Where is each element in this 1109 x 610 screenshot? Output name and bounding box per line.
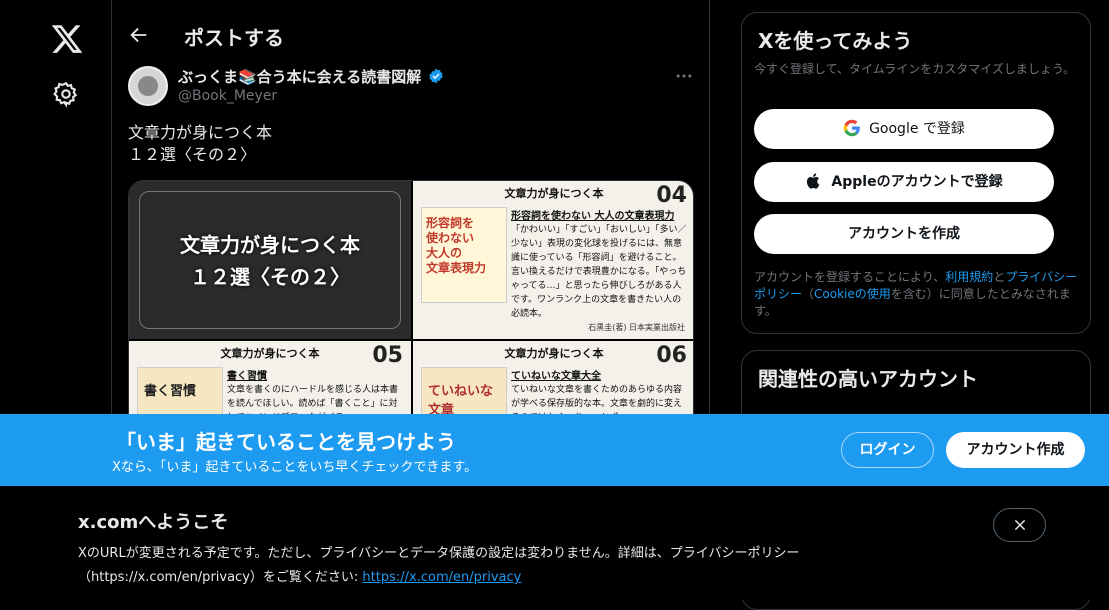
google-signup-button[interactable]: Google で登録 [754, 109, 1054, 149]
book-cover-label: ていねいな 文章 [428, 384, 494, 418]
terms-link[interactable]: 利用規約 [945, 270, 993, 284]
legal-paren: （ [802, 287, 815, 301]
page-title: ポストする [184, 26, 284, 50]
x-logo-icon[interactable] [50, 22, 84, 56]
media-card-04[interactable]: 文章力が身につく本 04 形容詞を 使わない 大人の 文章表現力 形容詞を使わな… [413, 181, 693, 339]
gear-icon[interactable] [52, 80, 80, 108]
card-number: 06 [656, 343, 687, 368]
legal-and: と [993, 270, 1006, 284]
apple-signup-label[interactable]: Appleのアカウントで登録 [831, 174, 1002, 190]
avatar[interactable] [128, 66, 168, 106]
welcome-notice: x.comへようこそ XのURLが変更される予定です。ただし、プライバシーとデー… [0, 486, 1109, 600]
book-cover-image: 形容詞を 使わない 大人の 文章表現力 [421, 207, 507, 303]
card-publisher: 石黒圭(著) 日本実業出版社 [588, 323, 685, 332]
google-icon [843, 113, 861, 137]
welcome-title: x.comへようこそ [78, 512, 229, 533]
signup-legal: アカウントを登録することにより、利用規約とプライバシーポリシー（Cookieの使… [754, 269, 1080, 320]
card-number: 04 [656, 183, 687, 208]
signup-button[interactable]: アカウント作成 [946, 432, 1085, 468]
post-text: 文章力が身につく本 １２選〈その２〉 [128, 123, 273, 164]
card-subtitle: ていねいな文章大全 [511, 371, 601, 382]
back-arrow-icon[interactable] [128, 24, 150, 46]
privacy-url-link[interactable]: https://x.com/en/privacy [362, 570, 521, 585]
legal-prefix: アカウントを登録することにより、 [754, 270, 946, 284]
book-cover-label: 書く習慣 [144, 384, 197, 399]
cover-title: 文章力が身につく本 １２選〈その２〉 [180, 233, 360, 289]
google-signup-label[interactable]: Google で登録 [869, 121, 965, 137]
author-name[interactable]: ぶっくま📚合う本に会える読書図解 [178, 66, 444, 87]
card-header: 文章力が身につく本 [504, 347, 604, 360]
signup-title: Xを使ってみよう [758, 29, 913, 53]
post-author: ぶっくま📚合う本に会える読書図解 @Book_Meyer [128, 64, 694, 108]
signup-subtitle: 今すぐ登録して、タイムラインをカスタマイズしましょう。 [754, 62, 1076, 76]
close-button[interactable] [993, 508, 1046, 542]
create-account-button[interactable]: アカウントを作成 [754, 214, 1054, 254]
card-body: 「かわいい」「すごい」「おいしい」「多い／少ない」表現の変化球を投げるには、無意… [511, 225, 687, 319]
banner-subtitle: Xなら、「いま」起きていることをいち早くチェックできます。 [112, 460, 478, 475]
login-button[interactable]: ログイン [841, 432, 934, 468]
card-header: 文章力が身につく本 [220, 347, 320, 360]
login-banner: 「いま」起きていることを見つけよう Xなら、「いま」起きていることをいち早くチェ… [0, 414, 1109, 486]
card-number: 05 [372, 343, 403, 368]
related-title: 関連性の高いアカウント [758, 367, 978, 391]
author-handle[interactable]: @Book_Meyer [178, 88, 277, 104]
card-subtitle: 書く習慣 [227, 371, 267, 382]
book-cover-label: 形容詞を 使わない 大人の 文章表現力 [426, 216, 487, 275]
author-name-text[interactable]: ぶっくま📚合う本に会える読書図解 [178, 68, 421, 86]
apple-signup-button[interactable]: Appleのアカウントで登録 [754, 162, 1054, 202]
card-subtitle: 形容詞を使わない 大人の文章表現力 [511, 211, 675, 222]
card-header: 文章力が身につく本 [504, 187, 604, 200]
banner-title: 「いま」起きていることを見つけよう [116, 430, 456, 454]
close-icon [1014, 519, 1026, 531]
post-header: ポストする [112, 16, 709, 56]
apple-icon [805, 166, 823, 189]
welcome-body: XのURLが変更される予定です。ただし、プライバシーとデータ保護の設定は変わりま… [78, 542, 948, 590]
cookie-link[interactable]: Cookieの使用 [814, 287, 891, 301]
more-options-icon[interactable] [674, 66, 694, 86]
signup-card: Xを使ってみよう 今すぐ登録して、タイムラインをカスタマイズしましょう。 Goo… [741, 12, 1091, 334]
verified-badge-icon [428, 68, 444, 84]
media-cover-image[interactable]: 文章力が身につく本 １２選〈その２〉 [129, 181, 411, 339]
